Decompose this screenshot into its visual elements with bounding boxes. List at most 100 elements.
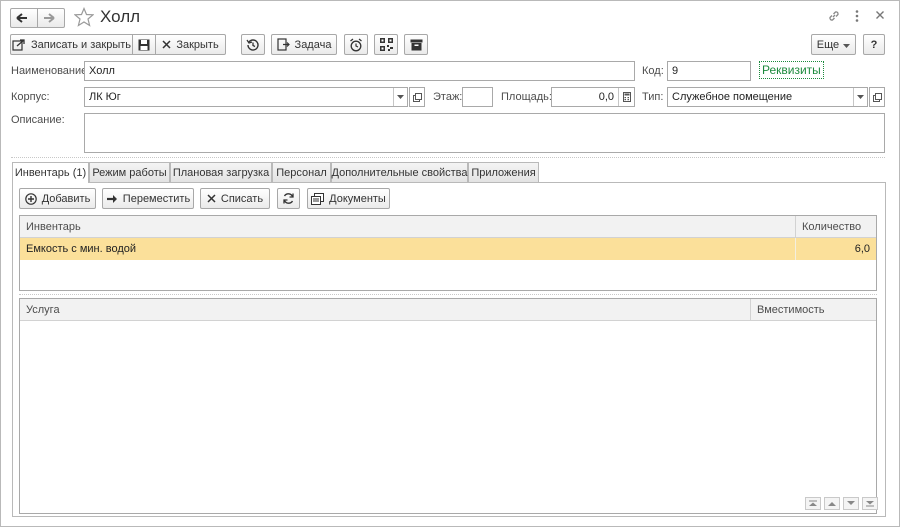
scroll-up-button[interactable]: [824, 497, 840, 510]
floor-label: Этаж:: [433, 91, 463, 103]
close-label: Закрыть: [176, 38, 219, 51]
chevron-first-icon: [809, 500, 817, 506]
archive-box-icon: [410, 39, 423, 51]
qr-code-icon: [379, 38, 393, 51]
description-field[interactable]: [84, 113, 885, 153]
column-separator: [795, 216, 796, 238]
task-icon: [276, 38, 290, 51]
calculator-icon: [622, 92, 631, 102]
save-and-close-button[interactable]: Записать и закрыть: [10, 34, 133, 55]
add-label: Добавить: [41, 192, 91, 205]
open-external-icon: [412, 92, 422, 102]
type-value: Служебное помещение: [672, 91, 793, 103]
form-window: Холл Записать и закрыть Закрыть Задача Е…: [0, 0, 900, 527]
tab-attachments[interactable]: Приложения: [468, 162, 539, 182]
divider: [11, 157, 885, 158]
column-separator: [795, 238, 796, 260]
chevron-down-icon: [843, 39, 851, 51]
building-dropdown-button[interactable]: [393, 88, 407, 106]
archive-button[interactable]: [404, 34, 428, 55]
inventory-table-header: Инвентарь Количество: [20, 216, 876, 238]
building-field[interactable]: ЛК Юг: [84, 87, 408, 107]
chevron-up-icon: [828, 502, 836, 506]
building-value: ЛК Юг: [89, 91, 121, 103]
scroll-down-button[interactable]: [843, 497, 859, 510]
column-separator: [750, 299, 751, 321]
help-label: ?: [870, 38, 878, 51]
close-window-icon[interactable]: [875, 10, 885, 20]
services-table[interactable]: Услуга Вместимость: [19, 298, 878, 514]
type-field[interactable]: Служебное помещение: [667, 87, 868, 107]
qr-code-button[interactable]: [374, 34, 398, 55]
close-icon: [207, 194, 216, 203]
add-button[interactable]: Добавить: [19, 188, 96, 209]
column-header-quantity[interactable]: Количество: [802, 221, 861, 233]
save-close-icon: [12, 38, 26, 51]
link-icon[interactable]: [827, 9, 841, 23]
task-button[interactable]: Задача: [271, 34, 337, 55]
refresh-button[interactable]: [277, 188, 300, 209]
write-off-label: Списать: [220, 192, 264, 205]
move-button[interactable]: Переместить: [102, 188, 194, 209]
open-external-icon: [872, 92, 882, 102]
calculator-button[interactable]: [618, 88, 634, 106]
code-field[interactable]: 9: [667, 61, 751, 81]
code-label: Код:: [642, 65, 664, 77]
help-button[interactable]: ?: [863, 34, 885, 55]
arrow-right-icon: [106, 194, 118, 204]
more-vertical-icon[interactable]: [854, 9, 860, 23]
reminder-button[interactable]: [344, 34, 368, 55]
back-button[interactable]: [10, 8, 38, 28]
name-label: Наименование:: [11, 65, 91, 77]
close-button[interactable]: Закрыть: [155, 34, 226, 55]
chevron-last-icon: [866, 501, 874, 507]
type-dropdown-button[interactable]: [853, 88, 867, 106]
alarm-clock-icon: [349, 37, 363, 52]
column-header-service[interactable]: Услуга: [26, 304, 60, 316]
arrow-left-icon: [15, 13, 28, 23]
description-label: Описание:: [11, 114, 65, 126]
more-actions-label: Еще: [816, 38, 840, 51]
floppy-disk-icon: [138, 39, 150, 51]
documents-button[interactable]: Документы: [307, 188, 390, 209]
arrow-right-icon: [43, 13, 55, 23]
area-field[interactable]: 0,0: [551, 87, 635, 107]
refresh-icon: [282, 192, 295, 205]
task-label: Задача: [294, 38, 332, 51]
type-open-button[interactable]: [869, 87, 885, 107]
column-header-capacity[interactable]: Вместимость: [757, 304, 825, 316]
chevron-down-icon: [847, 501, 855, 505]
history-button[interactable]: [241, 34, 265, 55]
inventory-quantity-cell: 6,0: [854, 243, 870, 255]
save-and-close-label: Записать и закрыть: [30, 38, 132, 51]
documents-icon: [311, 192, 325, 205]
tab-inventory[interactable]: Инвентарь (1): [12, 162, 89, 183]
tab-work-schedule[interactable]: Режим работы: [89, 162, 170, 182]
window-title: Холл: [100, 7, 141, 26]
chevron-down-icon: [397, 95, 404, 99]
inventory-table[interactable]: Инвентарь Количество Емкость с мин. водо…: [19, 215, 877, 291]
area-label: Площадь:: [501, 91, 552, 103]
floor-field[interactable]: [462, 87, 493, 107]
building-label: Корпус:: [11, 91, 50, 103]
column-header-inventory[interactable]: Инвентарь: [26, 221, 81, 233]
chevron-down-icon: [857, 95, 864, 99]
forward-button[interactable]: [37, 8, 65, 28]
table-row[interactable]: Емкость с мин. водой 6,0: [20, 238, 876, 260]
tab-staff[interactable]: Персонал: [272, 162, 331, 182]
save-button[interactable]: [132, 34, 156, 55]
more-actions-button[interactable]: Еще: [811, 34, 856, 55]
favorite-star-icon[interactable]: [73, 6, 95, 27]
scroll-to-first-button[interactable]: [805, 497, 821, 510]
tab-additional-properties[interactable]: Дополнительные свойства: [331, 162, 468, 182]
services-table-header: Услуга Вместимость: [20, 299, 876, 321]
write-off-button[interactable]: Списать: [200, 188, 270, 209]
requisites-link[interactable]: Реквизиты: [759, 61, 824, 79]
divider: [19, 294, 877, 295]
building-open-button[interactable]: [409, 87, 425, 107]
type-label: Тип:: [642, 91, 664, 103]
scroll-to-last-button[interactable]: [862, 497, 878, 510]
name-field[interactable]: Холл: [84, 61, 635, 81]
tab-planned-load[interactable]: Плановая загрузка: [170, 162, 272, 182]
area-value: 0,0: [598, 91, 614, 103]
